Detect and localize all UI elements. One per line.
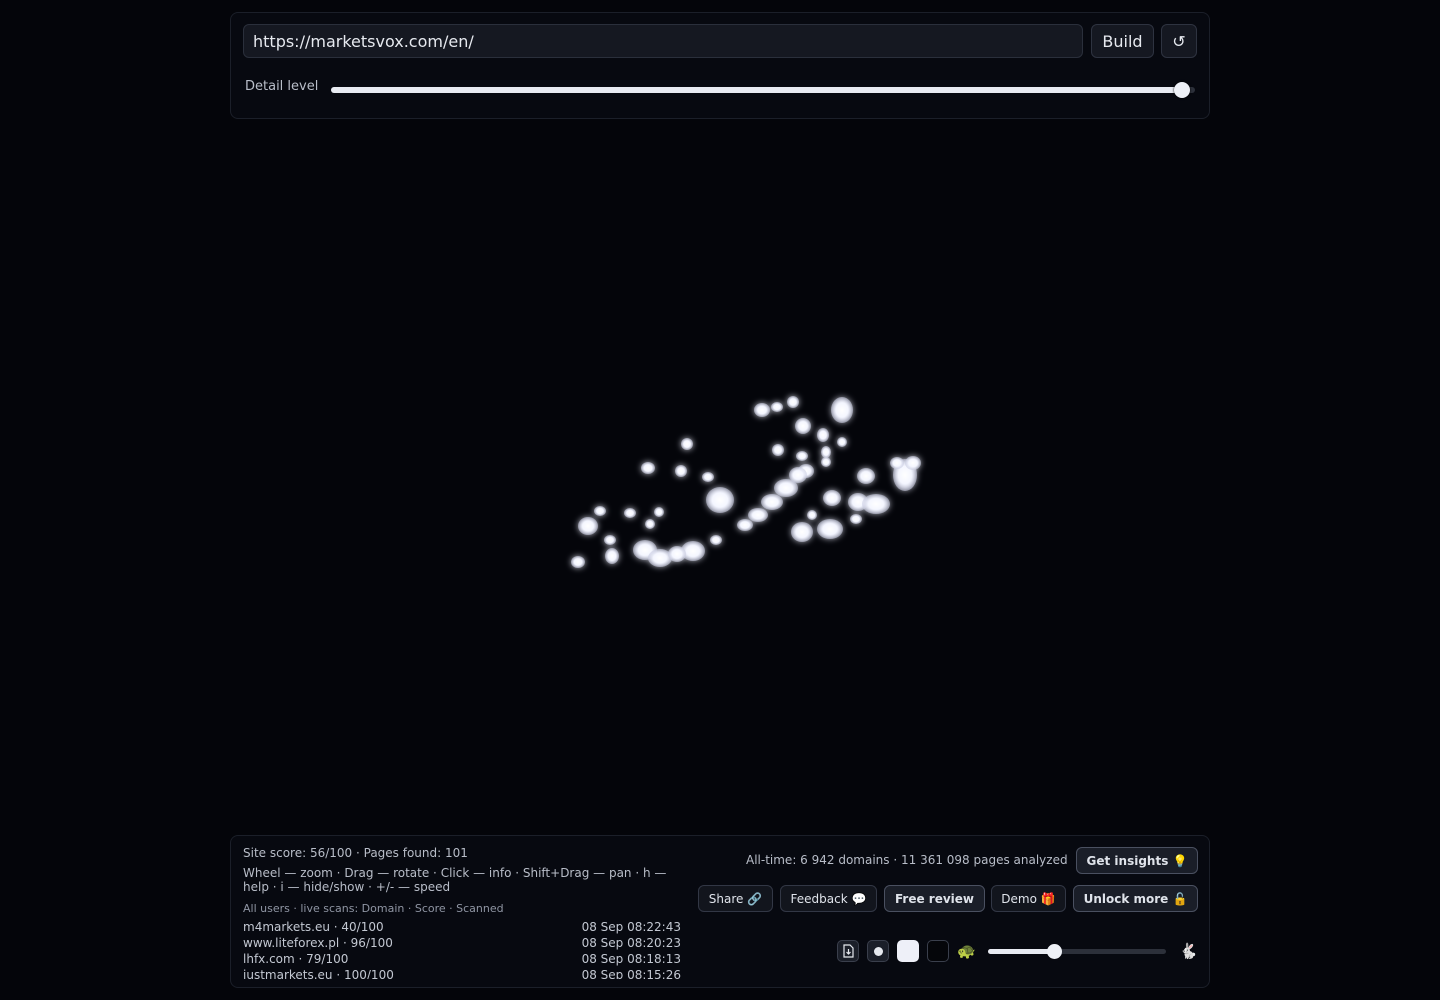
speed-fill [988,949,1054,954]
feed-scanned-time: 08 Sep 08:22:43 [581,920,681,934]
graph-node[interactable] [817,428,829,442]
feed-scanned-time: 08 Sep 08:20:23 [581,936,681,950]
graph-node[interactable] [706,487,734,513]
graph-node[interactable] [821,446,831,458]
graph-node[interactable] [710,535,722,545]
graph-node[interactable] [604,535,616,545]
circle-icon [873,946,883,956]
graph-node[interactable] [857,468,875,484]
graph-node[interactable] [641,462,655,474]
graph-node[interactable] [837,437,847,447]
graph-node[interactable] [807,510,817,520]
graph-node[interactable] [862,494,890,514]
refresh-icon: ↺ [1172,31,1186,51]
unlock-more-button[interactable]: Unlock more 🔓 [1073,885,1198,912]
feed-domain-score: justmarkets.eu · 100/100 [243,968,394,979]
detail-level-fill [331,87,1183,93]
list-item[interactable]: m4markets.eu · 40/100 08 Sep 08:22:43 [243,919,681,935]
graph-node[interactable] [675,465,687,477]
speed-thumb[interactable] [1046,944,1062,959]
graph-node[interactable] [624,508,636,518]
graph-node[interactable] [771,402,783,412]
graph-node[interactable] [850,514,862,524]
turtle-icon: 🐢 [957,942,976,960]
graph-node[interactable] [594,506,606,516]
feed-domain-score: m4markets.eu · 40/100 [243,920,384,934]
graph-node[interactable] [791,522,813,542]
feed-scanned-time: 08 Sep 08:15:26 [581,968,681,979]
graph-node[interactable] [702,472,714,482]
graph-node[interactable] [787,396,799,408]
list-item[interactable]: justmarkets.eu · 100/100 08 Sep 08:15:26 [243,967,681,979]
rabbit-icon: 🐇 [1179,942,1198,960]
site-score-summary: Site score: 56/100 · Pages found: 101 [243,846,468,860]
list-item[interactable]: lhfx.com · 79/100 08 Sep 08:18:13 [243,951,681,967]
feed-scanned-time: 08 Sep 08:18:13 [581,952,681,966]
free-review-button[interactable]: Free review [884,885,985,912]
live-scans-header: All users · live scans: Domain · Score ·… [243,902,504,915]
graph-nodes[interactable] [571,396,921,568]
refresh-button[interactable]: ↺ [1161,24,1197,58]
graph-node[interactable] [754,403,770,417]
graph-node[interactable] [905,456,921,470]
graph-node[interactable] [795,418,811,434]
site-graph-canvas[interactable] [0,130,1440,830]
help-text: Wheel — zoom · Drag — rotate · Click — i… [243,866,667,894]
speed-slider[interactable] [988,944,1166,959]
graph-node[interactable] [890,457,904,469]
graph-node[interactable] [654,507,664,517]
detail-level-thumb[interactable] [1174,82,1191,98]
feed-domain-score: www.liteforex.pl · 96/100 [243,936,393,950]
node-style-button[interactable] [867,940,889,962]
feedback-button[interactable]: Feedback 💬 [780,885,877,912]
light-theme-button[interactable] [897,940,919,962]
alltime-stats: All-time: 6 942 domains · 11 361 098 pag… [746,853,1068,867]
graph-node[interactable] [748,508,768,522]
bottom-panel: Site score: 56/100 · Pages found: 101 Wh… [230,835,1210,988]
graph-node[interactable] [571,556,585,568]
detail-level-slider[interactable] [331,82,1195,98]
demo-button[interactable]: Demo 🎁 [991,885,1066,912]
graph-node[interactable] [821,457,831,467]
get-insights-button[interactable]: Get insights 💡 [1076,847,1198,874]
dark-theme-button[interactable] [927,940,949,962]
graph-node[interactable] [817,519,843,539]
url-input[interactable] [243,24,1083,58]
graph-node[interactable] [578,517,598,535]
graph-node[interactable] [789,467,807,483]
graph-node[interactable] [668,546,686,562]
live-scans-list[interactable]: m4markets.eu · 40/100 08 Sep 08:22:43 ww… [243,919,681,979]
graph-node[interactable] [823,490,841,506]
share-button[interactable]: Share 🔗 [698,885,773,912]
graph-node[interactable] [645,519,655,529]
download-file-icon [843,944,854,958]
build-button[interactable]: Build [1091,24,1154,58]
list-item[interactable]: www.liteforex.pl · 96/100 08 Sep 08:20:2… [243,935,681,951]
graph-node[interactable] [605,548,619,564]
graph-node[interactable] [737,519,753,531]
graph-node[interactable] [772,444,784,456]
graph-node[interactable] [761,494,783,510]
export-button[interactable] [837,940,859,962]
graph-node[interactable] [681,438,693,450]
graph-node[interactable] [796,451,808,461]
detail-level-label: Detail level [245,79,319,94]
graph-node[interactable] [831,397,853,423]
top-panel: Build ↺ Detail level [230,12,1210,119]
feed-domain-score: lhfx.com · 79/100 [243,952,349,966]
